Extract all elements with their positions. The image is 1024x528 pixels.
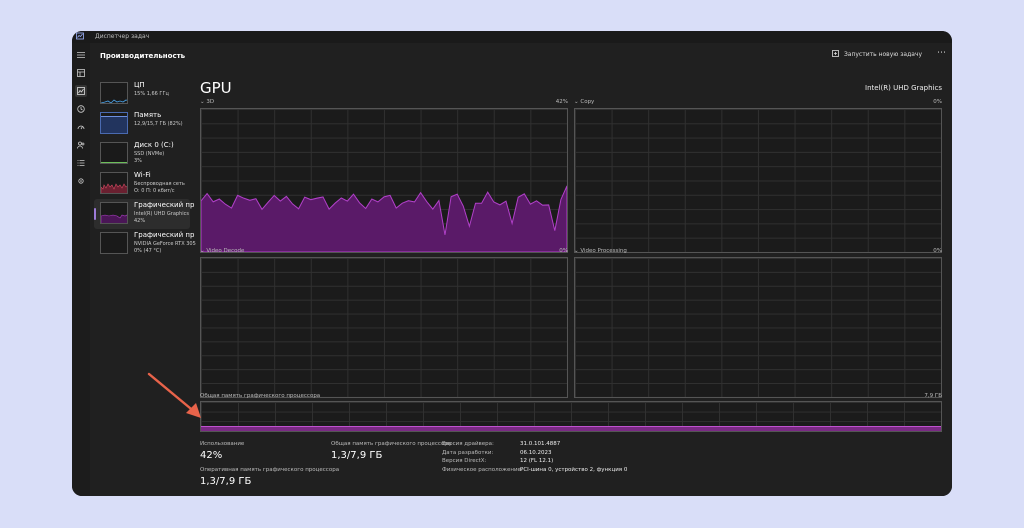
engine-label: ⌄ Video Processing: [574, 248, 627, 254]
performance-icon[interactable]: [75, 85, 87, 97]
shared-memory-max: 7,9 ГБ: [924, 393, 942, 399]
memory-thumbnail-graph: [100, 112, 128, 134]
page-title: GPU: [200, 79, 232, 97]
property-value: 31.0.101.4887: [520, 441, 561, 447]
window-title: Диспетчер задач: [95, 33, 150, 40]
main-area: Производительность Запустить новую задач…: [90, 43, 952, 496]
sidebar-item-gpu1[interactable]: Графический пр NVIDIA GeForce RTX 305 0%…: [94, 229, 196, 259]
engine-graph-3d[interactable]: ⌄ 3D 42%: [200, 99, 568, 253]
property-row: Физическое расположение: PCI-шина 0, устр…: [442, 466, 627, 475]
section-title: Производительность: [100, 52, 186, 60]
gpu0-thumbnail-graph: [100, 202, 128, 224]
sidebar-item-label: Графический пр: [134, 201, 195, 209]
new-task-button[interactable]: Запустить новую задачу: [832, 50, 922, 58]
property-value: 12 (FL 12.1): [520, 458, 554, 465]
property-row: Версия DirectX: 12 (FL 12.1): [442, 457, 627, 466]
sidebar-item-label: ЦП: [134, 81, 145, 89]
stat-value: 42%: [200, 450, 223, 461]
stat-label: Использование: [200, 441, 245, 447]
header-bar: Производительность Запустить новую задач…: [90, 43, 952, 67]
shared-memory-fill: [201, 426, 941, 431]
usage-stat: Использование 42%: [200, 441, 244, 461]
engine-percent: 42%: [555, 99, 568, 105]
property-key: Версия DirectX:: [442, 458, 487, 465]
services-icon[interactable]: [75, 175, 87, 187]
sidebar-item-detail: 3%: [134, 158, 142, 164]
sidebar-item-label: Wi-Fi: [134, 171, 151, 179]
gpu1-thumbnail-graph: [100, 232, 128, 254]
engine-graph-copy[interactable]: ⌄ Copy 0%: [574, 99, 942, 253]
property-value: 06.10.2023: [520, 449, 552, 456]
sidebar-item-detail: 0% (47 °C): [134, 248, 162, 254]
engine-label: ⌄ Video Decode: [200, 248, 245, 254]
gpu-detail-panel: GPU Intel(R) UHD Graphics ⌄ 3D 42% ⌄ Cop…: [200, 79, 942, 489]
engine-label: ⌄ 3D: [200, 99, 215, 105]
sidebar-item-detail: Intel(R) UHD Graphics: [134, 211, 189, 217]
sidebar-item-detail: Беспроводная сеть: [134, 181, 185, 187]
shared-memory-graph: Общая память графического процессора 7,9…: [200, 393, 942, 433]
sidebar-item-detail: 12,9/15,7 ГБ (82%): [134, 121, 183, 127]
sidebar-item-label: Графический пр: [134, 231, 195, 239]
sidebar-item-label: Память: [134, 111, 162, 119]
property-key: Дата разработки:: [442, 449, 494, 456]
history-icon[interactable]: [75, 103, 87, 115]
sidebar-item-detail: О: 0 П: 0 кбит/с: [134, 188, 175, 194]
sidebar-item-memory[interactable]: Память 12,9/15,7 ГБ (82%): [94, 109, 190, 139]
sidebar-item-wifi[interactable]: Wi-Fi Беспроводная сеть О: 0 П: 0 кбит/с: [94, 169, 190, 199]
property-key: Физическое расположение:: [442, 466, 523, 473]
engine-percent: 0%: [559, 248, 568, 254]
more-options-button[interactable]: ⋯: [937, 48, 946, 58]
cpu-thumbnail-graph: [100, 82, 128, 104]
engine-percent: 0%: [933, 99, 942, 105]
gpu-properties: Версия драйвера: 31.0.101.4887 Дата разра…: [442, 440, 627, 474]
stat-label: Общая память графического процессора: [331, 441, 452, 447]
gpu-memory-stat: Оперативная память графического процессо…: [200, 467, 339, 487]
shared-memory-graph-area: [200, 401, 942, 432]
title-bar: Диспетчер задач: [72, 31, 952, 43]
gpu-name: Intel(R) UHD Graphics: [865, 84, 942, 92]
shared-memory-stat: Общая память графического процессора 1,3…: [331, 441, 451, 461]
engine-label: ⌄ Copy: [574, 99, 595, 105]
sidebar-item-cpu[interactable]: ЦП 15% 1,66 ГГц: [94, 79, 190, 109]
stat-value: 1,3/7,9 ГБ: [200, 476, 252, 487]
startup-icon[interactable]: [75, 121, 87, 133]
engine-graph-area: [200, 257, 568, 398]
sidebar-item-label: Диск 0 (C:): [134, 141, 174, 149]
sidebar-item-gpu0[interactable]: Графический пр Intel(R) UHD Graphics 42%: [94, 199, 194, 229]
engine-graph-video-decode[interactable]: ⌄ Video Decode 0%: [200, 248, 568, 398]
engine-graph-area: [574, 257, 942, 398]
details-icon[interactable]: [75, 157, 87, 169]
sidebar-item-detail: SSD (NVMe): [134, 151, 165, 157]
engine-percent: 0%: [933, 248, 942, 254]
task-manager-window: Диспетчер задач Производительность Запус…: [72, 31, 952, 496]
sidebar-item-disk[interactable]: Диск 0 (C:) SSD (NVMe) 3%: [94, 139, 190, 169]
new-task-icon: [832, 50, 839, 57]
stat-value: 1,3/7,9 ГБ: [331, 450, 383, 461]
engine-graph-area: [200, 108, 568, 253]
utilization-graph-3d: [201, 185, 567, 252]
wifi-thumbnail-graph: [100, 172, 128, 194]
property-key: Версия драйвера:: [442, 441, 494, 447]
new-task-label: Запустить новую задачу: [843, 50, 922, 58]
sidebar-item-detail: 15% 1,66 ГГц: [134, 91, 169, 97]
menu-icon[interactable]: [75, 49, 87, 61]
engine-graph-video-processing[interactable]: ⌄ Video Processing 0%: [574, 248, 942, 398]
nav-rail: [72, 43, 90, 496]
app-icon: [76, 32, 84, 40]
property-value: PCI-шина 0, устройство 2, функция 0: [520, 466, 628, 473]
processes-icon[interactable]: [75, 67, 87, 79]
property-row: Версия драйвера: 31.0.101.4887: [442, 440, 627, 449]
sidebar-item-detail: NVIDIA GeForce RTX 305: [134, 241, 196, 247]
users-icon[interactable]: [75, 139, 87, 151]
property-row: Дата разработки: 06.10.2023: [442, 449, 627, 458]
disk-thumbnail-graph: [100, 142, 128, 164]
engine-graph-area: [574, 108, 942, 253]
shared-memory-label: Общая память графического процессора: [200, 393, 321, 399]
sidebar-item-detail: 42%: [134, 218, 146, 224]
stat-label: Оперативная память графического процессо…: [200, 467, 340, 473]
